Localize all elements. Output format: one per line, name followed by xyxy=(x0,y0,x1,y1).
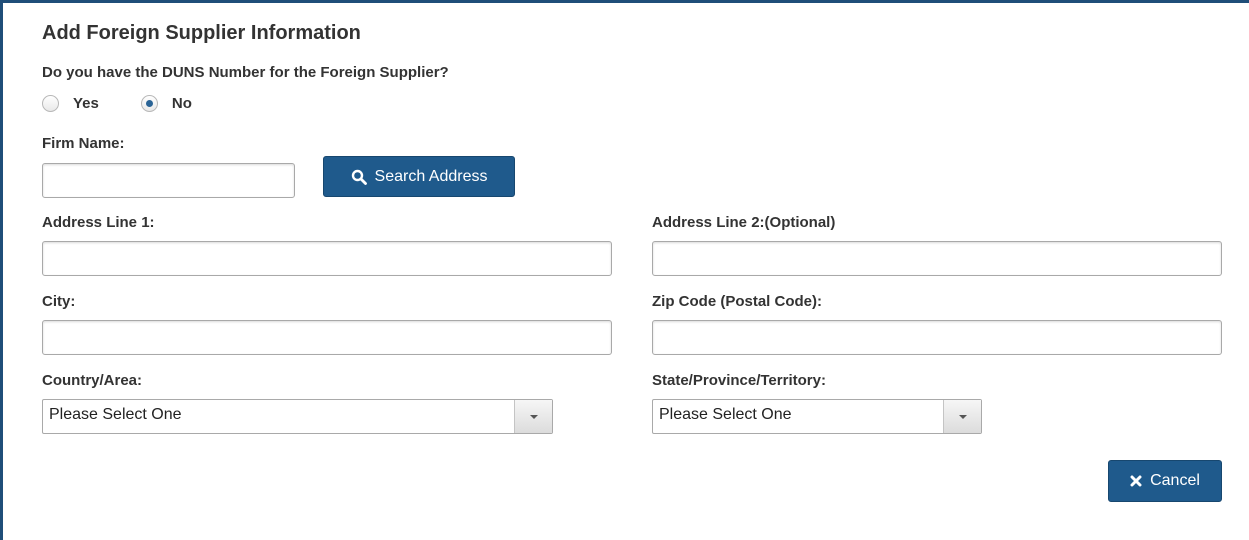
search-icon xyxy=(351,169,367,185)
address2-label: Address Line 2:(Optional) xyxy=(652,214,836,231)
cancel-button-label: Cancel xyxy=(1150,472,1200,489)
address1-label: Address Line 1: xyxy=(42,214,155,231)
duns-yes-radio[interactable] xyxy=(42,94,59,112)
country-select-value: Please Select One xyxy=(49,406,182,423)
duns-yes-label[interactable]: Yes xyxy=(73,95,99,112)
city-label: City: xyxy=(42,293,76,310)
state-dropdown-button[interactable] xyxy=(943,400,981,433)
chevron-down-icon xyxy=(529,414,538,419)
firm-name-label: Firm Name: xyxy=(42,135,125,152)
duns-no-radio[interactable] xyxy=(140,94,158,112)
country-dropdown-button[interactable] xyxy=(514,400,552,433)
duns-no-label[interactable]: No xyxy=(172,95,192,112)
cancel-button[interactable]: Cancel xyxy=(1108,460,1222,502)
duns-question: Do you have the DUNS Number for the Fore… xyxy=(42,64,449,81)
address1-input[interactable] xyxy=(42,241,612,276)
address2-input[interactable] xyxy=(652,241,1222,276)
search-address-button[interactable]: Search Address xyxy=(323,156,515,197)
state-select[interactable]: Please Select One xyxy=(652,399,982,434)
close-icon xyxy=(1130,475,1142,487)
state-label: State/Province/Territory: xyxy=(652,372,826,389)
chevron-down-icon xyxy=(958,414,967,419)
firm-name-input[interactable] xyxy=(42,163,295,198)
search-address-label: Search Address xyxy=(374,167,488,185)
duns-radio-group: Yes No xyxy=(42,93,192,113)
zip-label: Zip Code (Postal Code): xyxy=(652,293,822,310)
state-select-value: Please Select One xyxy=(659,406,792,423)
form-title: Add Foreign Supplier Information xyxy=(42,22,361,44)
country-select[interactable]: Please Select One xyxy=(42,399,553,434)
zip-input[interactable] xyxy=(652,320,1222,355)
country-label: Country/Area: xyxy=(42,372,143,389)
city-input[interactable] xyxy=(42,320,612,355)
